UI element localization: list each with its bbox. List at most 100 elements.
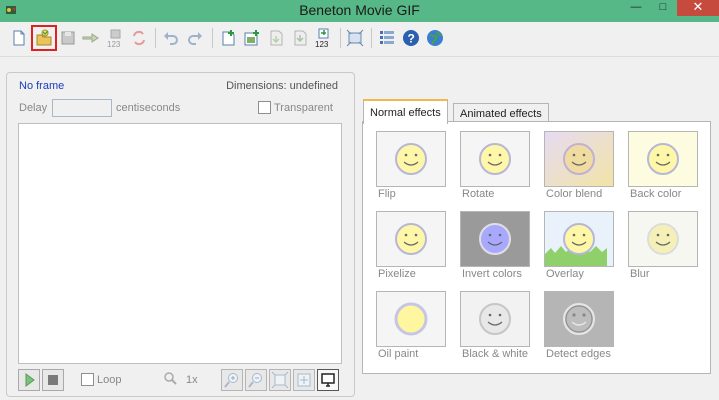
undo-icon [164,32,178,45]
effect-thumbnail[interactable] [460,211,530,267]
loop-label: Loop [97,374,122,386]
export-button[interactable] [81,28,101,48]
redo-icon [188,32,202,45]
effect-black-and-white[interactable]: Black & white [460,291,538,363]
effect-thumbnail[interactable] [460,131,530,187]
toolbar-separator [155,28,156,48]
save-button[interactable] [58,28,78,48]
delay-input[interactable] [52,99,112,117]
new-file-button[interactable] [9,28,29,48]
redo-button[interactable] [185,28,205,48]
save-sequence-button[interactable]: 123 [106,28,126,48]
title-bar: Beneton Movie GIF — □ ✕ [0,0,719,22]
effect-thumbnail-image [629,132,697,186]
zoom-out-button[interactable] [245,369,267,391]
actual-size-button[interactable] [293,369,315,391]
transparent-checkbox[interactable] [258,101,271,114]
list-icon [380,31,394,44]
help-icon: ? [403,30,419,46]
close-button[interactable]: ✕ [677,0,719,16]
export-icon [82,33,99,43]
effect-label: Detect edges [546,348,611,360]
effect-detect-edges[interactable]: Detect edges [544,291,622,363]
undo-button[interactable] [161,28,181,48]
help-button[interactable]: ? [401,28,421,48]
effect-oil-paint[interactable]: Oil paint [376,291,454,363]
save-sequence-caption: 123 [107,40,121,48]
resize-button[interactable] [345,28,365,48]
magnifier-icon [163,371,177,385]
effect-thumbnail-image [461,292,529,346]
monitor-icon [321,373,335,387]
fit-icon [271,371,289,389]
play-button[interactable] [18,369,40,391]
effect-thumbnail[interactable] [460,291,530,347]
effect-thumbnail[interactable] [376,211,446,267]
import-button[interactable] [266,28,286,48]
actual-size-icon [297,373,311,387]
effect-color-blend[interactable]: Color blend [544,131,622,203]
effect-thumbnail[interactable] [544,211,614,267]
move-down-icon [294,30,307,46]
effects-panel: Flip Rotate Color blend Back color Pixel… [362,121,711,374]
toolbar: 123 123 ? [0,22,719,57]
new-file-icon [13,30,25,46]
stop-button[interactable] [42,369,64,391]
convert-button[interactable] [129,28,149,48]
effect-overlay[interactable]: Overlay [544,211,622,283]
toolbar-separator [371,28,372,48]
import-sequence-caption: 123 [315,40,329,48]
preview-button[interactable] [317,369,339,391]
import-sequence-icon: 123 [315,28,329,48]
open-folder-icon [36,29,52,46]
website-button[interactable] [425,28,445,48]
move-down-button[interactable] [290,28,310,48]
effect-blur[interactable]: Blur [628,211,706,283]
save-sequence-icon: 123 [107,29,121,48]
effect-thumbnail[interactable] [544,131,614,187]
effect-flip[interactable]: Flip [376,131,454,203]
frame-canvas[interactable] [18,123,342,364]
effect-thumbnail-image [461,132,529,186]
delay-unit-label: centiseconds [116,102,181,114]
toolbar-separator [340,28,341,48]
effect-thumbnail[interactable] [628,131,698,187]
effect-thumbnail[interactable] [376,291,446,347]
minimize-button[interactable]: — [625,0,647,16]
effect-label: Pixelize [378,268,416,280]
stop-icon [48,375,58,385]
effect-label: Color blend [546,188,603,200]
transparent-label: Transparent [274,102,333,114]
frame-list-button[interactable] [377,28,397,48]
effect-thumbnail-image [377,292,445,346]
effect-thumbnail-image [545,132,613,186]
loop-checkbox[interactable] [81,373,94,386]
fit-button[interactable] [269,369,291,391]
effect-label: Oil paint [378,348,419,360]
window-title: Beneton Movie GIF [299,2,420,18]
effect-back-color[interactable]: Back color [628,131,706,203]
save-icon [61,31,75,45]
add-frame-button[interactable] [218,28,238,48]
zoom-in-button[interactable] [221,369,243,391]
effect-label: Rotate [462,188,495,200]
effect-thumbnail[interactable] [544,291,614,347]
play-icon [25,373,35,387]
tab-animated-effects[interactable]: Animated effects [453,103,549,123]
import-sequence-button[interactable]: 123 [314,28,334,48]
effect-thumbnail[interactable] [628,211,698,267]
convert-icon [133,30,145,46]
effect-pixelize[interactable]: Pixelize [376,211,454,283]
zoom-in-icon [224,373,238,388]
effect-invert-colors[interactable]: Invert colors [460,211,538,283]
globe-icon [427,30,443,46]
effect-label: Black & white [462,348,529,360]
effect-thumbnail[interactable] [376,131,446,187]
effect-rotate[interactable]: Rotate [460,131,538,203]
maximize-button[interactable]: □ [652,0,674,16]
insert-image-button[interactable] [242,28,262,48]
open-file-button[interactable] [31,25,57,51]
tab-normal-effects[interactable]: Normal effects [363,99,448,124]
frame-name: No frame [19,80,65,92]
effect-thumbnail-image [377,132,445,186]
